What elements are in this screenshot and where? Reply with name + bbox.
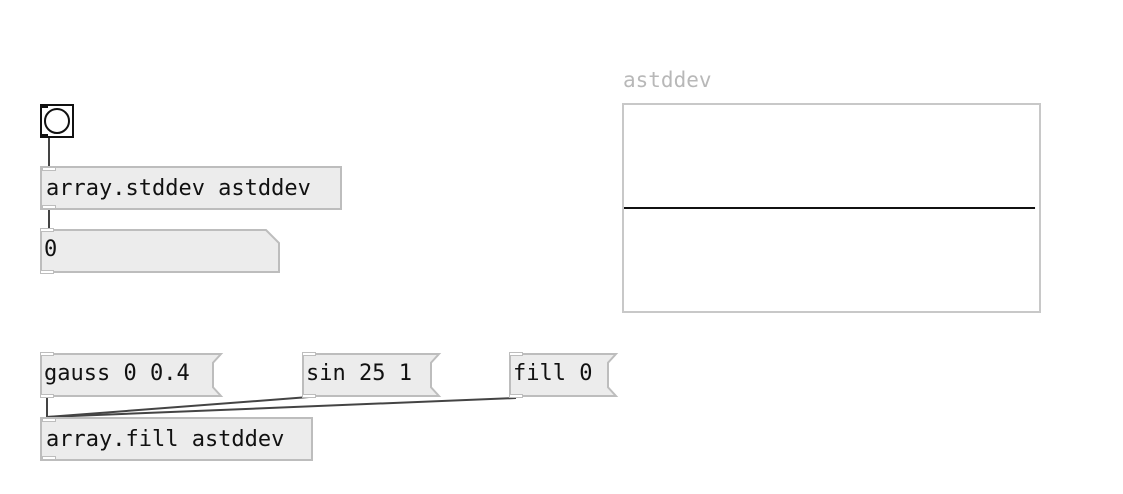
sin-message-inlet [302,352,316,356]
number-box-shape [40,229,280,273]
bang-inlet [40,104,48,108]
array-stddev-label: array.stddev astddev [46,176,311,201]
bang-icon [44,108,70,134]
number-box[interactable]: 0 [40,228,280,274]
sin-message-outlet [302,394,316,398]
array-stddev-outlet [42,205,56,209]
array-graph-title: astddev [623,68,712,92]
wire-fill-message-to-fill [46,397,517,418]
fill-message-label: fill 0 [513,361,593,386]
array-graph[interactable] [622,103,1041,313]
sin-message[interactable]: sin 25 1 [302,352,442,398]
gauss-message-inlet [40,352,54,356]
array-fill-outlet [42,456,56,460]
fill-message-outlet [509,394,523,398]
array-plot-area [624,207,1036,209]
gauss-message-label: gauss 0 0.4 [44,361,190,386]
number-box-inlet [40,228,54,232]
array-fill-object[interactable]: array.fill astddev [40,417,313,461]
bang-button[interactable] [40,104,74,138]
wire-sin-to-fill [46,396,310,418]
array-stddev-inlet [42,167,56,171]
number-box-value: 0 [44,237,58,262]
gauss-message-outlet [40,394,54,398]
fill-message[interactable]: fill 0 [509,352,619,398]
fill-message-inlet [509,352,523,356]
array-fill-inlet [42,418,56,422]
sin-message-label: sin 25 1 [306,361,412,386]
bang-outlet [40,134,48,138]
patch-canvas[interactable]: array.stddev astddev 0 gauss 0 0.4 sin 2… [0,0,1123,494]
gauss-message[interactable]: gauss 0 0.4 [40,352,224,398]
array-stddev-object[interactable]: array.stddev astddev [40,166,342,210]
number-box-outlet [40,270,54,274]
array-fill-label: array.fill astddev [46,427,285,452]
